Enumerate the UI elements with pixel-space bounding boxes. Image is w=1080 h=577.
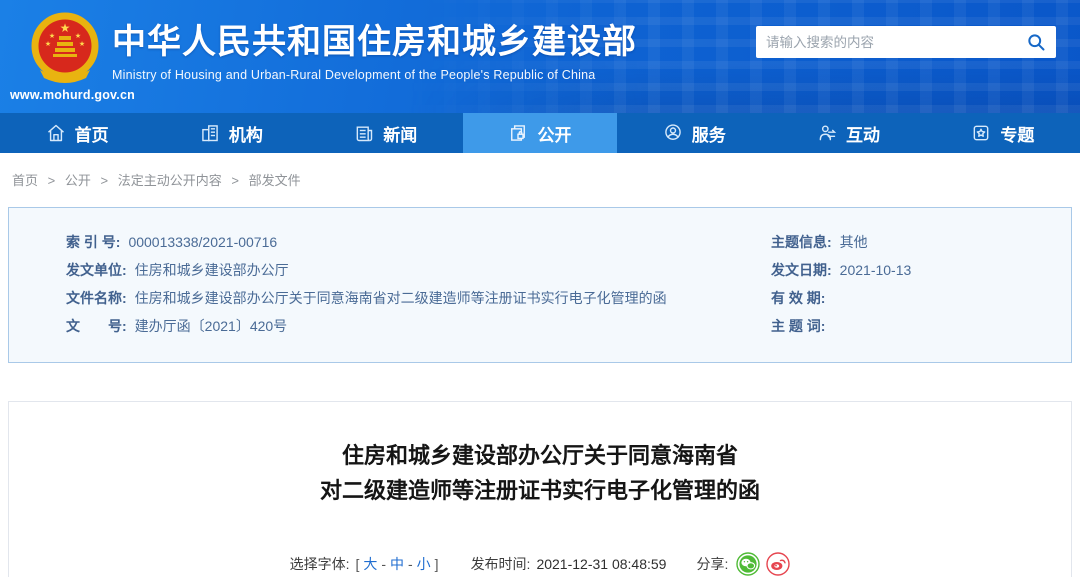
breadcrumb-separator: > (47, 173, 56, 188)
nav-label: 首页 (74, 125, 109, 145)
font-selector-label: 选择字体: (289, 556, 350, 572)
article-title-line1: 住房和城乡建设部办公厅关于同意海南省 (341, 443, 738, 468)
bracket-open: [ (355, 556, 360, 572)
nav-label: 专题 (1000, 125, 1035, 145)
info-row-index-number: 索 引 号: 000013338/2021-00716 (66, 232, 771, 252)
font-size-large-link[interactable]: 大 (363, 554, 377, 574)
search-input[interactable] (766, 34, 1026, 50)
nav-item-disclosure[interactable]: 公开 (462, 113, 618, 153)
info-row-document-name: 文件名称: 住房和城乡建设部办公厅关于同意海南省对二级建造师等注册证书实行电子化… (66, 288, 771, 308)
font-size-separator: - (408, 556, 413, 572)
nav-label: 新闻 (383, 125, 418, 145)
svg-text:★: ★ (79, 40, 85, 48)
info-label: 发文单位: (66, 262, 127, 278)
info-label: 文件名称: (66, 290, 127, 306)
info-row-validity: 有 效 期: (771, 288, 1071, 308)
national-emblem-logo: ★ ★ ★ ★ ★ (28, 12, 102, 88)
wechat-share-icon[interactable] (736, 552, 761, 576)
home-icon (46, 123, 66, 143)
info-label: 文 号: (66, 318, 127, 334)
info-column-right: 主题信息: 其他 发文日期: 2021-10-13 有 效 期: 主 题 词: (771, 232, 1071, 336)
breadcrumb-item-statutory-content[interactable]: 法定主动公开内容 (118, 173, 222, 188)
info-label: 有 效 期: (771, 290, 826, 306)
info-row-issue-date: 发文日期: 2021-10-13 (771, 260, 1071, 280)
interaction-icon (817, 123, 837, 143)
info-label: 主 题 词: (771, 318, 826, 334)
site-subtitle-english: Ministry of Housing and Urban-Rural Deve… (112, 68, 596, 82)
topics-icon (971, 123, 991, 143)
font-size-small-link[interactable]: 小 (417, 554, 431, 574)
disclosure-icon (508, 123, 528, 143)
info-value: 2021-10-13 (839, 262, 912, 278)
breadcrumb-item-ministry-documents[interactable]: 部发文件 (249, 173, 301, 188)
font-size-separator: - (381, 556, 386, 572)
info-row-document-number: 文 号: 建办厅函〔2021〕420号 (66, 316, 771, 336)
bracket-close: ] (434, 556, 439, 572)
nav-item-interaction[interactable]: 互动 (771, 113, 925, 153)
share-group: 分享: (696, 552, 791, 576)
site-url: www.mohurd.gov.cn (10, 88, 135, 102)
info-label: 发文日期: (771, 262, 832, 278)
svg-text:★: ★ (49, 32, 55, 40)
site-title-block: 中华人民共和国住房和城乡建设部 Ministry of Housing and … (112, 22, 637, 82)
site-title: 中华人民共和国住房和城乡建设部 (112, 23, 637, 61)
info-row-issuing-unit: 发文单位: 住房和城乡建设部办公厅 (66, 260, 771, 280)
nav-item-service[interactable]: 服务 (617, 113, 771, 153)
breadcrumb-separator: > (100, 173, 109, 188)
svg-text:★: ★ (75, 32, 81, 40)
breadcrumb-separator: > (231, 173, 239, 188)
breadcrumb: 首页 > 公开 > 法定主动公开内容 > 部发文件 (0, 153, 1080, 207)
nav-item-home[interactable]: 首页 (0, 113, 154, 153)
info-value: 住房和城乡建设部办公厅 (134, 262, 289, 278)
breadcrumb-item-disclosure[interactable]: 公开 (65, 173, 91, 188)
info-row-keywords: 主 题 词: (771, 316, 1071, 336)
font-size-selector: 选择字体: [ 大 - 中 - 小 ] (290, 554, 441, 574)
service-icon (663, 123, 683, 143)
nav-item-news[interactable]: 新闻 (309, 113, 463, 153)
article-title: 住房和城乡建设部办公厅关于同意海南省 对二级建造师等注册证书实行电子化管理的函 (9, 438, 1071, 508)
page: ★ ★ ★ ★ ★ www.mohurd.gov.cn 中华人民共和国住房和城乡… (0, 0, 1080, 577)
nav-label: 公开 (537, 125, 572, 145)
article-content-box: 住房和城乡建设部办公厅关于同意海南省 对二级建造师等注册证书实行电子化管理的函 … (8, 401, 1072, 577)
search-box (756, 26, 1056, 58)
share-icons (736, 552, 791, 576)
document-info-box: 索 引 号: 000013338/2021-00716 发文单位: 住房和城乡建… (8, 207, 1072, 363)
info-value: 住房和城乡建设部办公厅关于同意海南省对二级建造师等注册证书实行电子化管理的函 (134, 290, 667, 306)
svg-text:★: ★ (45, 40, 51, 48)
nav-label: 机构 (228, 125, 263, 145)
info-value: 建办厅函〔2021〕420号 (134, 318, 288, 334)
article-meta-row: 选择字体: [ 大 - 中 - 小 ] 发布时间: 2021-12-31 08:… (9, 552, 1071, 576)
share-label: 分享: (696, 556, 729, 572)
nav-item-topics[interactable]: 专题 (926, 113, 1080, 153)
publish-time-value: 2021-12-31 08:48:59 (536, 556, 667, 572)
article-title-line2: 对二级建造师等注册证书实行电子化管理的函 (319, 478, 760, 503)
organization-icon (200, 123, 220, 143)
info-label: 主题信息: (771, 234, 832, 250)
publish-time-label: 发布时间: (470, 556, 531, 572)
publish-time: 发布时间: 2021-12-31 08:48:59 (471, 554, 667, 574)
breadcrumb-item-home[interactable]: 首页 (12, 173, 38, 188)
search-icon[interactable] (1026, 32, 1046, 52)
info-row-topic-info: 主题信息: 其他 (771, 232, 1071, 252)
nav-label: 互动 (846, 125, 881, 145)
main-nav: 首页 机构 新闻 公开 服务 互动 专题 (0, 113, 1080, 153)
site-header: ★ ★ ★ ★ ★ www.mohurd.gov.cn 中华人民共和国住房和城乡… (0, 0, 1080, 113)
info-value: 其他 (839, 234, 868, 250)
svg-text:★: ★ (60, 21, 71, 35)
weibo-share-icon[interactable] (766, 552, 791, 576)
nav-item-organization[interactable]: 机构 (154, 113, 308, 153)
nav-label: 服务 (691, 125, 726, 145)
info-label: 索 引 号: (66, 234, 121, 250)
info-value: 000013338/2021-00716 (128, 234, 278, 250)
font-size-medium-link[interactable]: 中 (390, 554, 404, 574)
info-column-left: 索 引 号: 000013338/2021-00716 发文单位: 住房和城乡建… (9, 232, 771, 336)
news-icon (354, 123, 374, 143)
